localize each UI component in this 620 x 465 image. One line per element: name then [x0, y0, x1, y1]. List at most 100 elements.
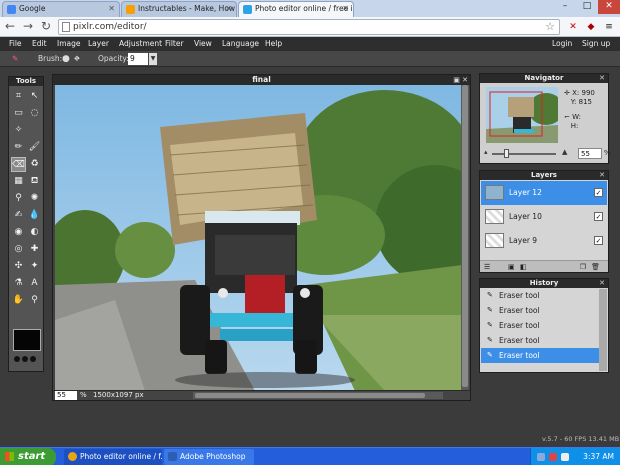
- minimize-button[interactable]: –: [554, 0, 576, 14]
- opacity-input[interactable]: 9: [128, 53, 148, 65]
- brush-tool-icon[interactable]: 🖌: [27, 140, 42, 155]
- lasso-tool-icon[interactable]: ◌: [27, 106, 42, 121]
- gradient-tool-icon[interactable]: ▦: [11, 174, 26, 189]
- close-tab-icon[interactable]: ✕: [225, 2, 232, 16]
- navigator-thumbnail: [486, 87, 558, 143]
- zoom-tool-icon[interactable]: ⚲: [27, 293, 42, 308]
- taskbar-item-photoshop[interactable]: Adobe Photoshop: [164, 449, 254, 465]
- image-canvas[interactable]: [55, 85, 462, 391]
- eraser-tool-icon[interactable]: ⌫: [11, 157, 26, 172]
- layer-settings-icon[interactable]: ☰: [484, 261, 490, 273]
- tray-icon[interactable]: [561, 453, 569, 461]
- signup-link[interactable]: Sign up: [582, 37, 610, 51]
- document-window-controls[interactable]: ▣ ✕: [453, 76, 468, 84]
- menu-file[interactable]: File: [9, 37, 22, 51]
- color-picker-tool-icon[interactable]: ⚗: [11, 276, 26, 291]
- brush-dropdown-icon[interactable]: ⛖: [74, 51, 80, 67]
- zoom-input[interactable]: 55: [55, 391, 77, 400]
- zoom-slider-track[interactable]: [492, 153, 556, 155]
- hand-tool-icon[interactable]: ✋: [11, 293, 26, 308]
- history-item[interactable]: ✎ Eraser tool: [481, 288, 599, 303]
- wand-tool-icon[interactable]: ✧: [11, 123, 26, 138]
- history-item[interactable]: ✎ Eraser tool: [481, 318, 599, 333]
- spot-heal-tool-icon[interactable]: ✚: [27, 242, 42, 257]
- bloat-tool-icon[interactable]: ✣: [11, 259, 26, 274]
- delete-layer-icon[interactable]: 🗑: [591, 261, 600, 273]
- menu-filter[interactable]: Filter: [165, 37, 184, 51]
- quick-colors[interactable]: [13, 355, 41, 369]
- color-replace-tool-icon[interactable]: ✺: [27, 191, 42, 206]
- dodge-tool-icon[interactable]: ◐: [27, 225, 42, 240]
- history-scrollbar[interactable]: [599, 289, 607, 371]
- navigator-preview[interactable]: [486, 87, 558, 143]
- layer-row[interactable]: Layer 10 ✓: [481, 205, 607, 229]
- close-icon[interactable]: ✕: [599, 74, 605, 83]
- blur-tool-icon[interactable]: 💧: [27, 208, 42, 223]
- clone-stamp-tool-icon[interactable]: ⚲: [11, 191, 26, 206]
- address-bar[interactable]: pixlr.com/editor/ ☆: [58, 19, 560, 35]
- tray-icon[interactable]: [549, 453, 557, 461]
- menu-view[interactable]: View: [194, 37, 212, 51]
- tab-instructables[interactable]: Instructables - Make, How To ✕: [121, 1, 237, 17]
- move-tool-icon[interactable]: ↖: [27, 89, 42, 104]
- back-arrow-icon[interactable]: ←: [2, 19, 18, 35]
- opacity-dropdown-icon[interactable]: ▼: [149, 53, 157, 65]
- reload-icon[interactable]: ↻: [38, 19, 54, 35]
- close-window-button[interactable]: ✕: [598, 0, 620, 14]
- pencil-tool-icon[interactable]: ✏: [11, 140, 26, 155]
- extension-icon[interactable]: ✕: [566, 20, 580, 34]
- menu-help[interactable]: Help: [265, 37, 282, 51]
- horizontal-scrollbar[interactable]: [193, 392, 443, 399]
- menu-adjustment[interactable]: Adjustment: [119, 37, 162, 51]
- layer-row[interactable]: Layer 12 ✓: [481, 181, 607, 205]
- layer-visibility-checkbox[interactable]: ✓: [594, 236, 603, 245]
- close-tab-icon[interactable]: ✕: [342, 2, 349, 16]
- menu-language[interactable]: Language: [222, 37, 259, 51]
- extension-icon[interactable]: ◆: [584, 20, 598, 34]
- sponge-tool-icon[interactable]: ◉: [11, 225, 26, 240]
- close-icon[interactable]: ✕: [599, 279, 605, 288]
- history-item[interactable]: ✎ Eraser tool: [481, 333, 599, 348]
- forward-arrow-icon[interactable]: →: [20, 19, 36, 35]
- layer-row[interactable]: Layer 9 ✓: [481, 229, 607, 253]
- type-tool-icon[interactable]: A: [27, 276, 42, 291]
- menu-image[interactable]: Image: [57, 37, 81, 51]
- vertical-scrollbar[interactable]: [461, 85, 469, 391]
- new-layer-icon[interactable]: ❐: [580, 261, 586, 273]
- red-eye-tool-icon[interactable]: ◎: [11, 242, 26, 257]
- close-tab-icon[interactable]: ✕: [108, 2, 115, 16]
- taskbar-item-chrome[interactable]: Photo editor online / f...: [64, 449, 162, 465]
- drawing-tool-icon[interactable]: ✍: [11, 208, 26, 223]
- brush-preset-icon[interactable]: ●: [62, 51, 70, 67]
- tray-icon[interactable]: [537, 453, 545, 461]
- chrome-menu-icon[interactable]: ≡: [602, 20, 616, 34]
- paint-bucket-tool-icon[interactable]: ⛾: [27, 174, 42, 189]
- pinch-tool-icon[interactable]: ✦: [27, 259, 42, 274]
- tab-google[interactable]: Google ✕: [2, 1, 120, 17]
- zoom-out-icon[interactable]: ▴: [484, 148, 488, 156]
- navigator-zoom-input[interactable]: 55: [578, 148, 602, 159]
- window-controls: – □ ✕: [554, 0, 620, 14]
- zoom-slider-knob[interactable]: [504, 149, 509, 158]
- maximize-button[interactable]: □: [576, 0, 598, 14]
- tab-pixlr[interactable]: Photo editor online / free ima ✕: [238, 1, 354, 17]
- login-link[interactable]: Login: [552, 37, 572, 51]
- close-icon[interactable]: ✕: [599, 171, 605, 180]
- history-item[interactable]: ✎ Eraser tool: [481, 303, 599, 318]
- history-item[interactable]: ✎ Eraser tool: [481, 348, 599, 363]
- menu-edit[interactable]: Edit: [32, 37, 47, 51]
- layer-styles-icon[interactable]: ◧: [520, 261, 527, 273]
- color-swatch[interactable]: [13, 329, 41, 351]
- start-button[interactable]: start: [0, 448, 56, 465]
- zoom-in-icon[interactable]: ▲: [562, 148, 567, 156]
- layer-visibility-checkbox[interactable]: ✓: [594, 212, 603, 221]
- marquee-tool-icon[interactable]: ▭: [11, 106, 26, 121]
- crop-tool-icon[interactable]: ⌗: [11, 89, 26, 104]
- document-window: final ▣ ✕ 55 % 1500x1097 px: [52, 74, 471, 401]
- bookmark-star-icon[interactable]: ☆: [545, 20, 555, 34]
- layer-mask-icon[interactable]: ▣: [508, 261, 515, 273]
- layer-visibility-checkbox[interactable]: ✓: [594, 188, 603, 197]
- menu-layer[interactable]: Layer: [88, 37, 109, 51]
- replace-color-tool-icon[interactable]: ♻: [27, 157, 42, 172]
- navigator-readout: ✛ X: 990 Y: 815 ⌐ W: H:: [564, 89, 595, 130]
